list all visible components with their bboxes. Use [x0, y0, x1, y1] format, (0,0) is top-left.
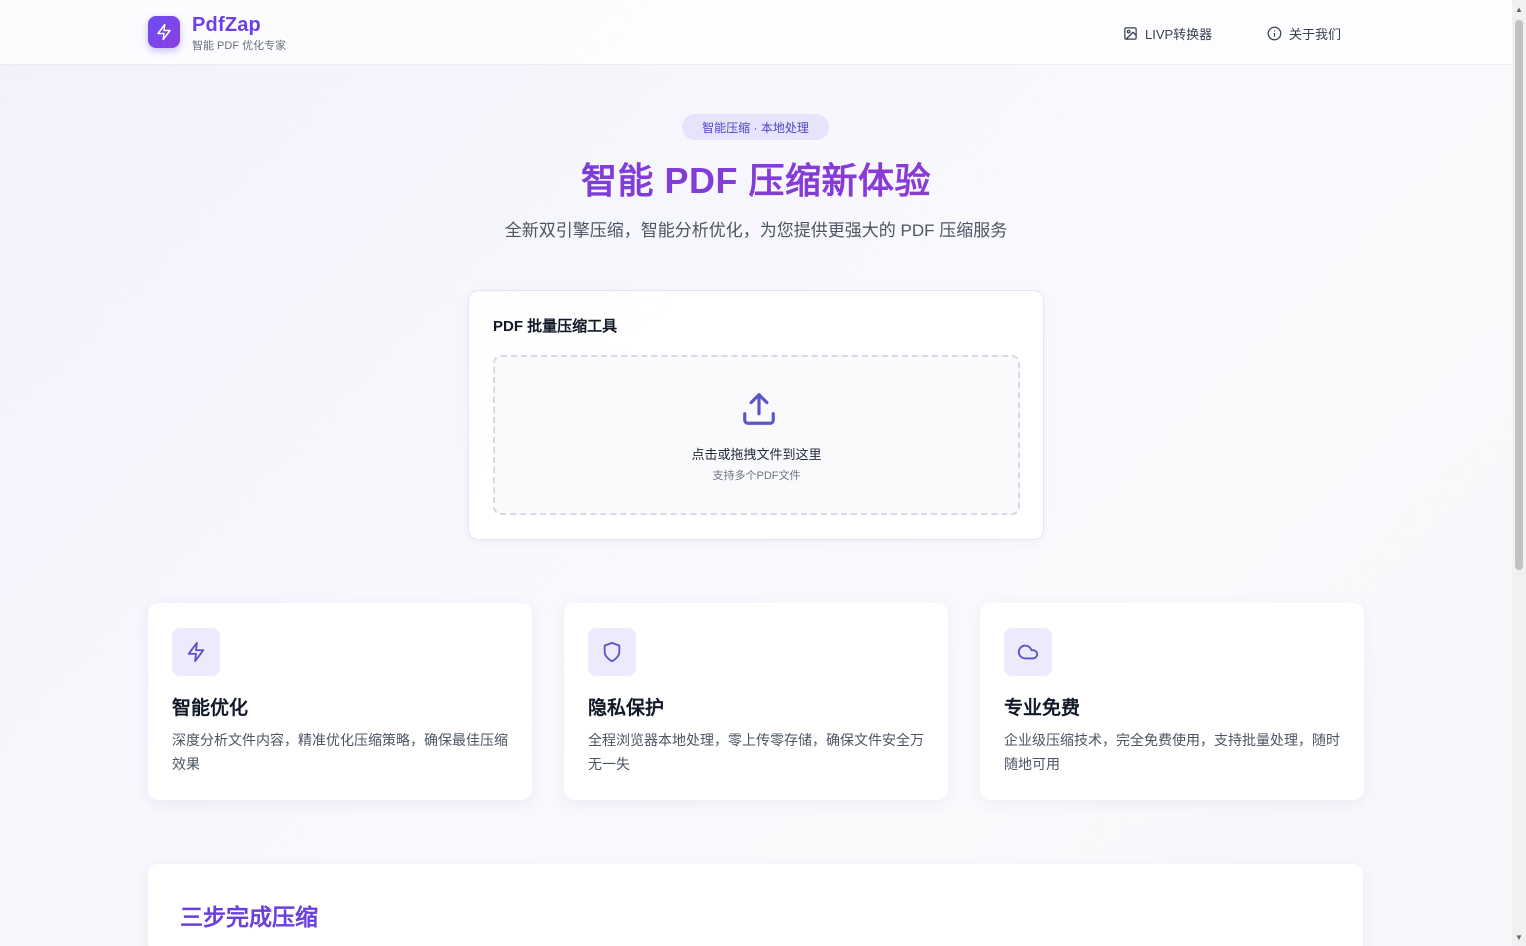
nav-about-label: 关于我们 [1289, 26, 1342, 42]
nav-about-us[interactable]: 关于我们 [1267, 24, 1341, 42]
dropzone-instruction: 点击或拖拽文件到这里 [691, 447, 822, 462]
upload-card: PDF 批量压缩工具 点击或拖拽文件到这里 支持多个PDF文件 [468, 290, 1044, 540]
cloud-icon [1004, 628, 1052, 676]
info-icon [1267, 26, 1282, 41]
scrollbar-thumb[interactable] [1515, 20, 1523, 570]
page-scrollbar[interactable]: ▲ ▼ [1512, 0, 1526, 946]
nav-livp-converter[interactable]: LIVP转换器 [1123, 24, 1212, 42]
upload-card-title: PDF 批量压缩工具 [493, 318, 618, 335]
feature-card-privacy: 隐私保护 全程浏览器本地处理，零上传零存储，确保文件安全万无一失 [564, 603, 948, 800]
feature-title: 隐私保护 [588, 698, 665, 719]
feature-description: 企业级压缩技术，完全免费使用，支持批量处理，随时随地可用 [1004, 732, 1340, 772]
feature-card-smart-optimize: 智能优化 深度分析文件内容，精准优化压缩策略，确保最佳压缩效果 [148, 603, 532, 800]
feature-card-free: 专业免费 企业级压缩技术，完全免费使用，支持批量处理，随时随地可用 [980, 603, 1364, 800]
brand-tagline: 智能 PDF 优化专家 [192, 40, 287, 52]
feature-description: 深度分析文件内容，精准优化压缩策略，确保最佳压缩效果 [172, 732, 508, 772]
file-dropzone[interactable]: 点击或拖拽文件到这里 支持多个PDF文件 [493, 355, 1020, 515]
lightning-icon [172, 628, 220, 676]
brand-name[interactable]: PdfZap [192, 14, 261, 37]
scroll-down-arrow-icon[interactable]: ▼ [1514, 932, 1524, 942]
steps-section: 三步完成压缩 [148, 864, 1363, 946]
top-header: PdfZap 智能 PDF 优化专家 LIVP转换器 关于我们 [0, 0, 1512, 65]
hero-badge: 智能压缩 · 本地处理 [682, 114, 829, 140]
logo-lightning-icon[interactable] [148, 16, 180, 48]
steps-title: 三步完成压缩 [180, 904, 318, 930]
feature-description: 全程浏览器本地处理，零上传零存储，确保文件安全万无一失 [588, 732, 924, 772]
shield-icon [588, 628, 636, 676]
image-icon [1123, 26, 1138, 41]
feature-title: 专业免费 [1004, 698, 1081, 719]
feature-title: 智能优化 [172, 698, 249, 719]
hero-title: 智能 PDF 压缩新体验 [0, 152, 1512, 204]
upload-icon [740, 390, 778, 433]
hero-description: 全新双引擎压缩，智能分析优化，为您提供更强大的 PDF 压缩服务 [504, 221, 1008, 240]
nav-livp-label: LIVP转换器 [1145, 26, 1213, 42]
dropzone-hint: 支持多个PDF文件 [712, 470, 801, 482]
scroll-up-arrow-icon[interactable]: ▲ [1514, 4, 1524, 14]
